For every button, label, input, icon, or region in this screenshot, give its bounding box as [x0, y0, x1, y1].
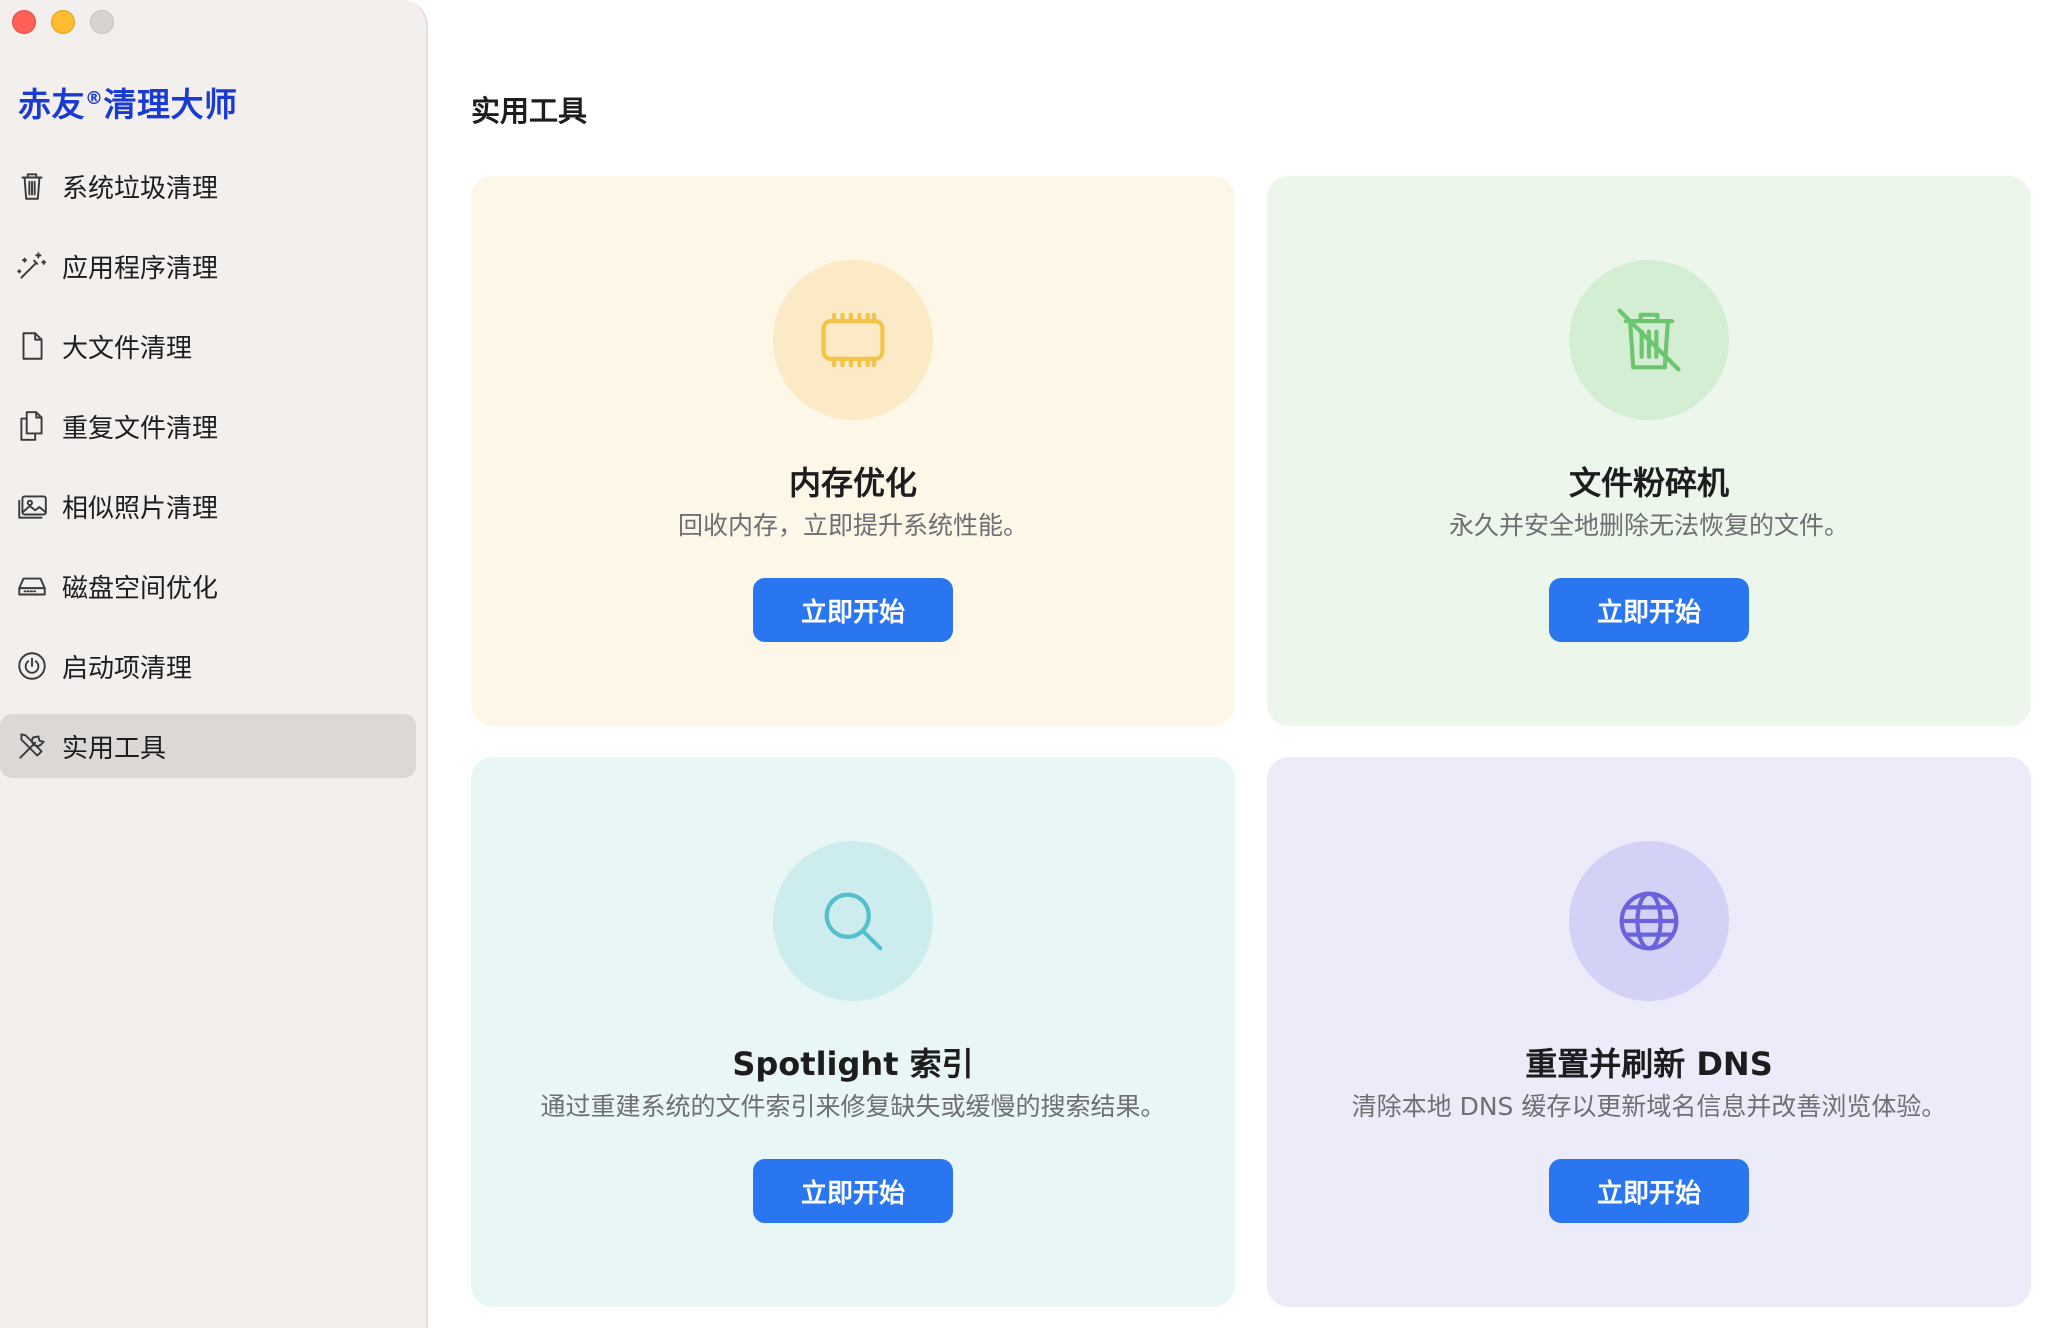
spotlight-index-card: Spotlight 索引 通过重建系统的文件索引来修复缺失或缓慢的搜索结果。 立… [471, 757, 1235, 1307]
sidebar-item-disk-space[interactable]: 磁盘空间优化 [0, 554, 416, 618]
sidebar-item-startup[interactable]: 启动项清理 [0, 634, 416, 698]
sidebar-item-label: 实用工具 [62, 733, 167, 764]
sidebar-item-utilities[interactable]: 实用工具 [0, 714, 416, 778]
registered-mark: ® [85, 88, 104, 109]
card-title: 内存优化 [788, 464, 917, 502]
window-controls [12, 10, 114, 34]
card-title: Spotlight 索引 [732, 1045, 974, 1083]
tools-icon [14, 728, 50, 764]
close-window-button[interactable] [12, 10, 36, 34]
magnifier-icon [773, 841, 933, 1001]
card-description: 回收内存，立即提升系统性能。 [677, 511, 1028, 540]
sidebar-item-label: 系统垃圾清理 [62, 173, 219, 204]
card-description: 清除本地 DNS 缓存以更新域名信息并改善浏览体验。 [1351, 1092, 1947, 1121]
shredder-trash-icon [1569, 260, 1729, 420]
sidebar-item-label: 大文件清理 [62, 333, 193, 364]
sidebar-item-label: 重复文件清理 [62, 413, 219, 444]
spotlight-start-button[interactable]: 立即开始 [753, 1159, 953, 1223]
sidebar-item-system-junk[interactable]: 系统垃圾清理 [0, 154, 416, 218]
sidebar-item-label: 相似照片清理 [62, 493, 219, 524]
power-icon [14, 648, 50, 684]
sidebar-item-similar-photos[interactable]: 相似照片清理 [0, 474, 416, 538]
card-description: 永久并安全地删除无法恢复的文件。 [1448, 511, 1849, 540]
magic-wand-icon [14, 248, 50, 284]
memory-chip-icon [773, 260, 933, 420]
sidebar-item-app-cleanup[interactable]: 应用程序清理 [0, 234, 416, 298]
zoom-window-button[interactable] [90, 10, 114, 34]
disk-drive-icon [14, 568, 50, 604]
dns-start-button[interactable]: 立即开始 [1549, 1159, 1749, 1223]
app-brand: 赤友®清理大师 [18, 78, 238, 126]
sidebar-item-large-files[interactable]: 大文件清理 [0, 314, 416, 378]
sidebar-item-label: 启动项清理 [62, 653, 193, 684]
trash-icon [14, 168, 50, 204]
file-shredder-card: 文件粉碎机 永久并安全地删除无法恢复的文件。 立即开始 [1267, 176, 2031, 726]
memory-start-button[interactable]: 立即开始 [753, 578, 953, 642]
card-title: 重置并刷新 DNS [1525, 1045, 1773, 1083]
memory-optimization-card: 内存优化 回收内存，立即提升系统性能。 立即开始 [471, 176, 1235, 726]
card-title: 文件粉碎机 [1568, 464, 1729, 502]
main-content: 实用工具 内存优化 回收内存，立即提升系统性能。 立即开始 文件粉碎机 永久并安… [428, 0, 2054, 1328]
sidebar-item-label: 应用程序清理 [62, 253, 219, 284]
card-description: 通过重建系统的文件索引来修复缺失或缓慢的搜索结果。 [540, 1092, 1166, 1121]
photos-icon [14, 488, 50, 524]
sidebar: 赤友®清理大师 系统垃圾清理 应用程序清理 大文件清理 重复文件清理 相似照片清… [0, 0, 428, 1328]
page-title: 实用工具 [471, 94, 588, 128]
sidebar-item-duplicate-files[interactable]: 重复文件清理 [0, 394, 416, 458]
brand-prefix: 赤友 [18, 85, 85, 124]
globe-icon [1569, 841, 1729, 1001]
document-icon [14, 328, 50, 364]
dns-reset-card: 重置并刷新 DNS 清除本地 DNS 缓存以更新域名信息并改善浏览体验。 立即开… [1267, 757, 2031, 1307]
brand-suffix: 清理大师 [103, 85, 238, 124]
shredder-start-button[interactable]: 立即开始 [1549, 578, 1749, 642]
sidebar-item-label: 磁盘空间优化 [62, 573, 219, 604]
duplicate-documents-icon [14, 408, 50, 444]
sidebar-nav: 系统垃圾清理 应用程序清理 大文件清理 重复文件清理 相似照片清理 磁盘空间优化… [0, 154, 428, 794]
app-window: 赤友®清理大师 系统垃圾清理 应用程序清理 大文件清理 重复文件清理 相似照片清… [0, 0, 2054, 1328]
minimize-window-button[interactable] [51, 10, 75, 34]
